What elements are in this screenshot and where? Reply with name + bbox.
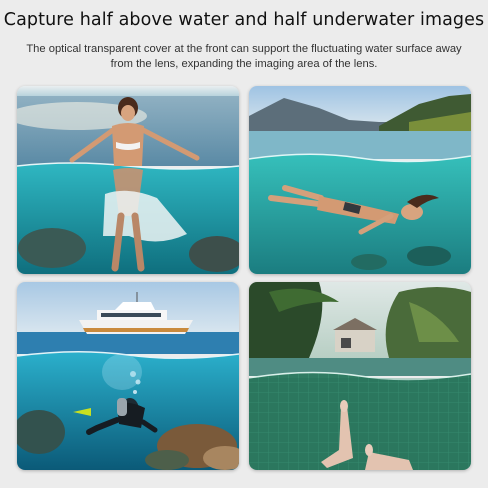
page-subtitle: The optical transparent cover at the fro… <box>26 43 462 70</box>
photo-scuba-diver <box>17 282 239 470</box>
page-title: Capture half above water and half underw… <box>3 10 485 30</box>
split-view-photo-1 <box>17 86 239 274</box>
photo-pool-legs <box>249 282 471 470</box>
split-view-photo-3 <box>17 282 239 470</box>
photo-woman-wading <box>17 86 239 274</box>
split-view-photo-4 <box>249 282 471 470</box>
split-view-photo-2 <box>249 86 471 274</box>
photo-woman-swimming <box>249 86 471 274</box>
